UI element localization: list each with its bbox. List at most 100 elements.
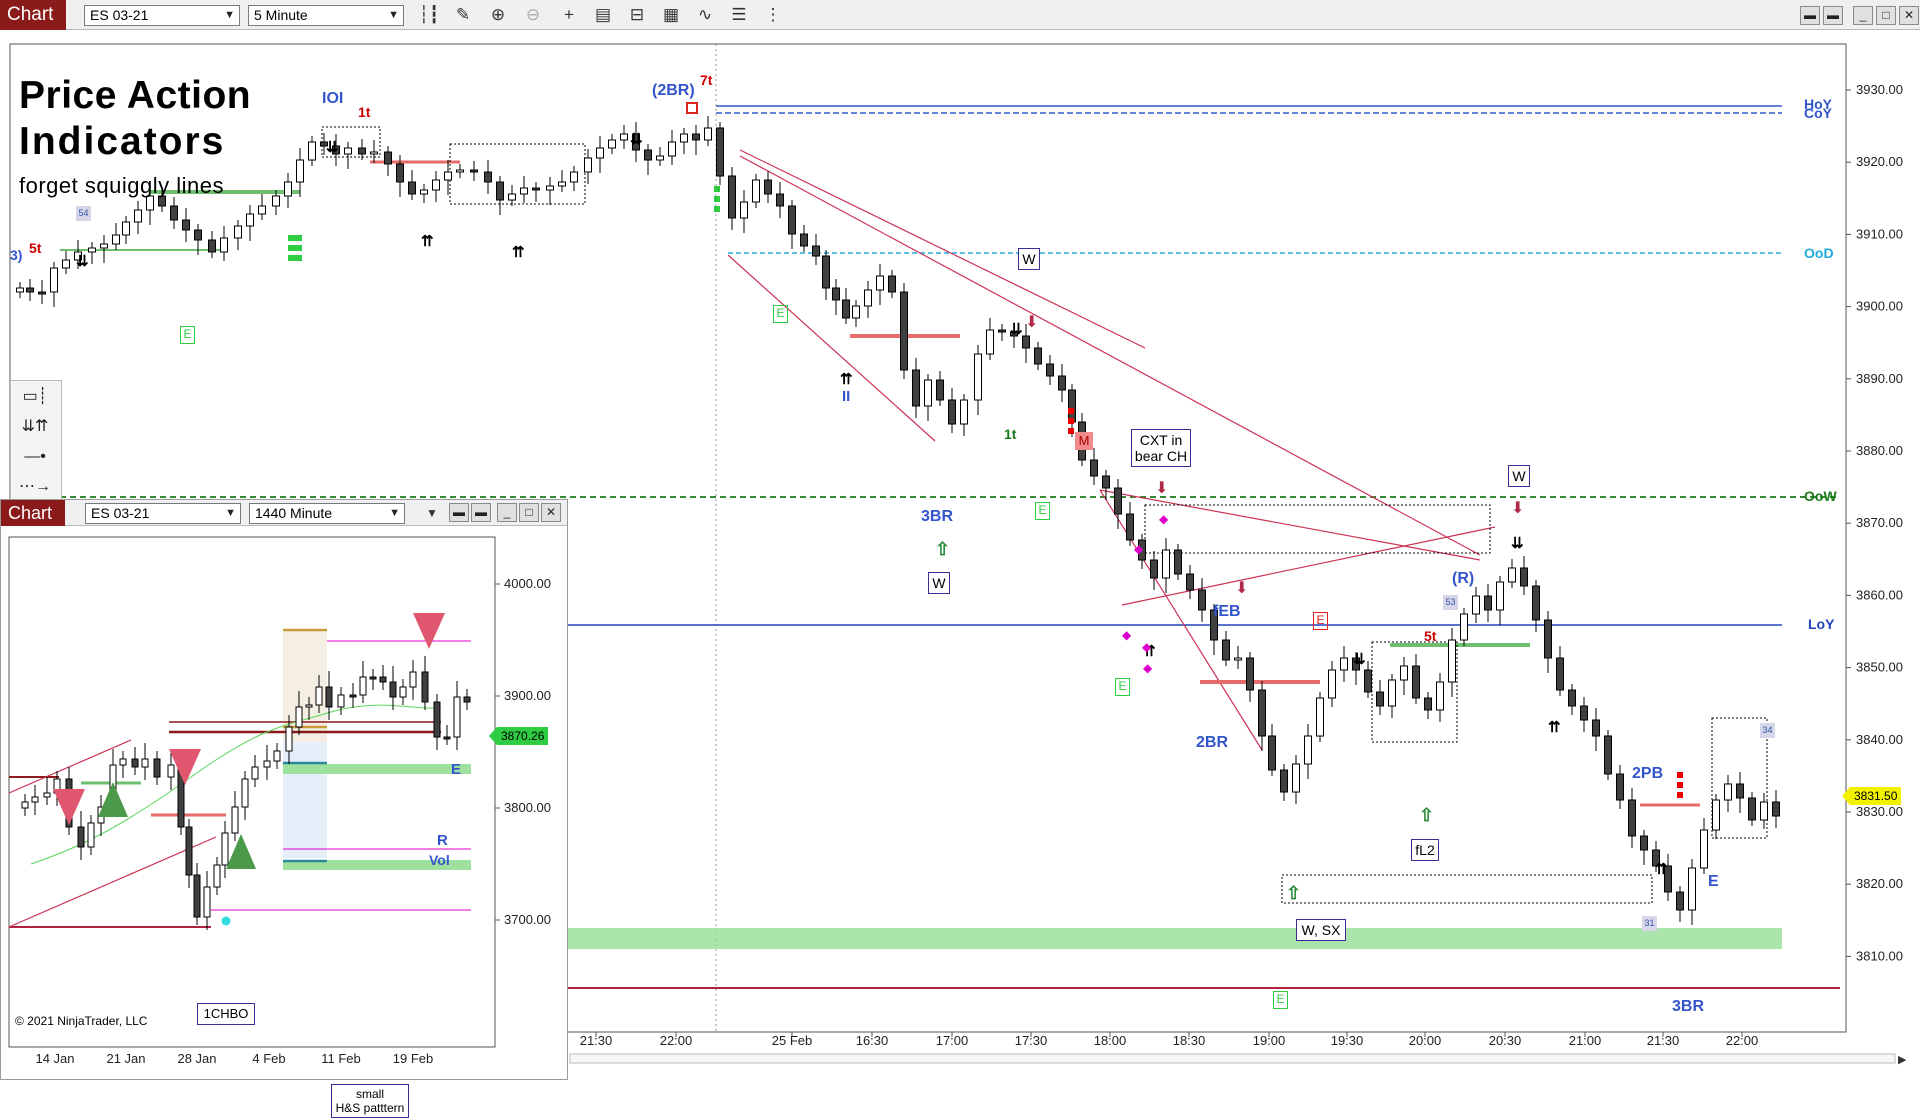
maximize-icon[interactable]: □ xyxy=(519,503,539,522)
double-down-arrow-icon: ⇊ xyxy=(1511,535,1524,552)
properties-icon[interactable]: ▤ xyxy=(592,4,614,26)
candle-body xyxy=(38,291,46,295)
pencil-icon[interactable]: ✎ xyxy=(452,4,474,26)
candle-body xyxy=(1198,589,1206,611)
candle-body xyxy=(1090,459,1098,477)
candle-body xyxy=(740,201,748,219)
panel-icon[interactable]: ▬ xyxy=(449,503,469,522)
double-up-arrow-icon: ⇈ xyxy=(1655,861,1668,878)
tick-count-label: 1t xyxy=(358,104,371,120)
candle-body xyxy=(399,686,407,698)
entry-badge: E xyxy=(1035,502,1050,520)
inset-chart-window[interactable]: Chart ES 03-21 ▼ 1440 Minute ▼ ▼ ▬ ▬ _ □… xyxy=(0,499,568,1118)
tick-count-label: 5t xyxy=(29,240,42,256)
time-label: 21:30 xyxy=(1647,1033,1680,1048)
candle-body xyxy=(584,157,592,173)
signal-square-icon xyxy=(686,102,698,114)
diamond-icon: ◆ xyxy=(1142,640,1152,654)
candle-body xyxy=(337,694,345,708)
candle-body xyxy=(167,764,175,778)
templates-icon[interactable]: ☰ xyxy=(728,4,750,26)
inset-chart-tab[interactable]: Chart xyxy=(1,500,65,526)
candle-body xyxy=(764,179,772,195)
price-label: 3930.00 xyxy=(1856,82,1903,97)
time-label: 18:00 xyxy=(1094,1033,1127,1048)
price-label: 3870.00 xyxy=(1856,515,1903,530)
double-up-arrow-icon: ⇈ xyxy=(840,371,853,388)
arrow-icon[interactable]: ⇊⇈ xyxy=(15,415,55,439)
close-icon[interactable]: ✕ xyxy=(541,503,561,522)
entry-badge: E xyxy=(180,326,195,344)
tick-count-label: 7t xyxy=(700,72,713,88)
chart-tab[interactable]: Chart xyxy=(0,0,66,30)
indicators-icon[interactable]: ∿ xyxy=(694,4,716,26)
list-icon[interactable]: ⋮ xyxy=(762,4,784,26)
close-icon[interactable]: ✕ xyxy=(1899,6,1919,25)
candle-body xyxy=(1292,763,1300,793)
candle-body xyxy=(1316,697,1324,737)
candle-body xyxy=(1748,797,1756,821)
panel-icon[interactable]: ▬ xyxy=(471,503,491,522)
bar-count-badge: 34 xyxy=(1760,723,1775,738)
title-line-2: Indicators xyxy=(19,120,226,163)
zoom-out-icon[interactable]: ⊖ xyxy=(522,4,544,26)
candle-body xyxy=(1568,689,1576,707)
inset-trend-line xyxy=(8,836,217,928)
chevron-down-icon: ▼ xyxy=(224,9,235,21)
panel-icon[interactable]: ▬ xyxy=(1800,6,1820,25)
candle-body xyxy=(344,147,352,155)
ruler-icon[interactable]: ▭┊ xyxy=(15,385,55,409)
interval-value: 5 Minute xyxy=(254,7,308,23)
data-box-icon[interactable]: ⊟ xyxy=(626,4,648,26)
candle-body xyxy=(153,758,161,778)
inset-interval-selector[interactable]: 1440 Minute ▼ xyxy=(249,503,405,524)
fl2-box: fL2 xyxy=(1411,839,1439,861)
inset-chart-canvas[interactable]: 4000.00 3900.00 3800.00 3700.00 14 Jan 21 Ja… xyxy=(1,527,567,1079)
inset-toolbar: Chart ES 03-21 ▼ 1440 Minute ▼ ▼ ▬ ▬ _ □… xyxy=(1,500,567,526)
candle-body xyxy=(470,169,478,173)
minimize-icon[interactable]: _ xyxy=(1853,6,1873,25)
maximize-icon[interactable]: □ xyxy=(1876,6,1896,25)
candle-body xyxy=(21,801,29,809)
chevron-down-icon[interactable]: ▼ xyxy=(421,502,443,524)
panel-icon[interactable]: ▬ xyxy=(1823,6,1843,25)
candle-body xyxy=(87,822,95,848)
candle-body xyxy=(272,195,280,207)
candle-body xyxy=(296,159,304,183)
bars-type-icon[interactable]: ┆┇ xyxy=(418,4,440,26)
candle-body xyxy=(1760,801,1768,821)
candle-body xyxy=(263,760,271,768)
down-triangle-icon xyxy=(413,613,445,649)
candle-body xyxy=(1328,669,1336,699)
m-badge: M xyxy=(1075,432,1093,450)
strategies-icon[interactable]: ▦ xyxy=(660,4,682,26)
down-triangle-icon xyxy=(53,789,85,825)
time-label: 22:00 xyxy=(1726,1033,1759,1048)
down-arrow-icon: ⬇ xyxy=(1511,500,1525,517)
inset-zone xyxy=(283,764,471,774)
line-icon[interactable]: —• xyxy=(15,445,55,469)
candle-body xyxy=(1772,801,1780,817)
candle-body xyxy=(408,181,416,195)
ray-icon[interactable]: ⋯→ xyxy=(15,475,55,499)
instrument-selector[interactable]: ES 03-21 ▼ xyxy=(84,5,240,26)
candle-body xyxy=(1628,799,1636,837)
candle-body xyxy=(134,209,142,223)
inset-instrument-selector[interactable]: ES 03-21 ▼ xyxy=(85,503,241,524)
price-label: 3820.00 xyxy=(1856,876,1903,891)
price-label: 3830.00 xyxy=(1856,804,1903,819)
minimize-icon[interactable]: _ xyxy=(497,503,517,522)
candle-body xyxy=(800,233,808,247)
interval-selector[interactable]: 5 Minute ▼ xyxy=(248,5,404,26)
candle-body xyxy=(194,229,202,241)
crosshair-icon[interactable]: + xyxy=(558,4,580,26)
candle-body xyxy=(1400,665,1408,681)
candle-body xyxy=(220,237,228,253)
time-label: 19:00 xyxy=(1253,1033,1286,1048)
inset-zone xyxy=(283,630,327,742)
candle-body xyxy=(832,287,840,301)
candle-body xyxy=(208,239,216,253)
candle-body xyxy=(141,758,149,768)
zoom-in-icon[interactable]: ⊕ xyxy=(487,4,509,26)
cxt-line-2: bear CH xyxy=(1134,448,1188,464)
